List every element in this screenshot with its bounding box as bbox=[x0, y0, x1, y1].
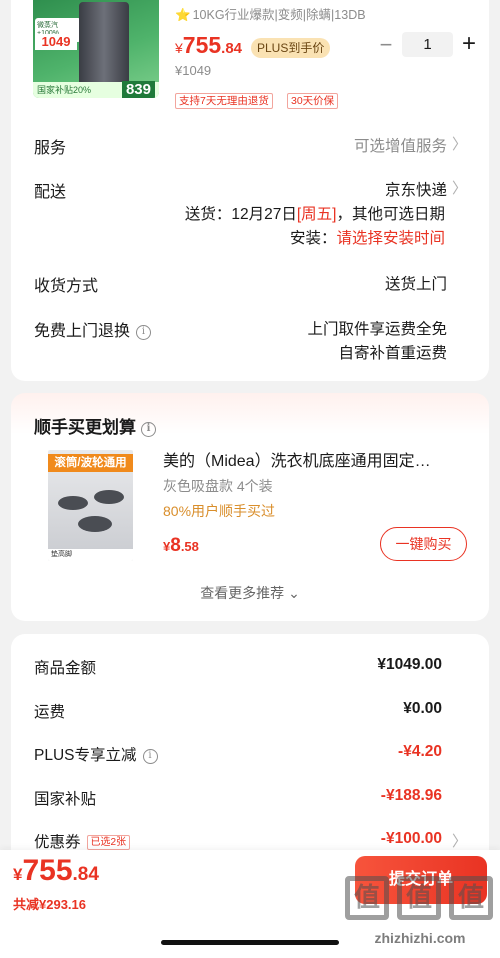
receive-method-value[interactable]: 送货上门 bbox=[385, 272, 447, 294]
addon-recommend-card: 顺手买更划算 i 滚筒/波轮通用 垫高脚 美的（Midea）洗衣机底座通用固定… … bbox=[11, 393, 489, 621]
view-more-recommendations-link[interactable]: 查看更多推荐 ⌄ bbox=[11, 583, 489, 603]
install-value: 请选择安装时间 bbox=[336, 230, 445, 247]
install-line[interactable]: 安装：请选择安装时间 bbox=[290, 226, 445, 248]
plus-price-badge: PLUS到手价 bbox=[251, 38, 331, 58]
order-product-card: 微蒸汽+100% 1049 国家补贴20% 839 ⭐10KG行业爆款|变频|除… bbox=[11, 0, 489, 381]
free-return-text: 免费上门退换 bbox=[34, 323, 131, 340]
price-protect-tag: 30天价保 bbox=[287, 93, 339, 109]
price-symbol: ¥ bbox=[175, 40, 183, 56]
info-icon[interactable]: i bbox=[141, 422, 156, 437]
product-price: ¥755.84 bbox=[175, 32, 242, 59]
chevron-right-icon[interactable]: 〉 bbox=[452, 133, 467, 154]
quantity-decrease-button[interactable]: − bbox=[376, 32, 396, 58]
suction-pad-graphic bbox=[94, 490, 124, 504]
watermark-logo: 值 值 值 bbox=[345, 876, 495, 922]
summary-goods-amount-value: ¥1049.00 bbox=[377, 656, 442, 673]
summary-subsidy-label: 国家补贴 bbox=[34, 791, 97, 808]
addon-product-image[interactable]: 滚筒/波轮通用 垫高脚 bbox=[48, 450, 133, 561]
product-image-promo-price: 839 bbox=[121, 81, 155, 98]
price-decimal: .58 bbox=[180, 539, 199, 554]
price-decimal: .84 bbox=[221, 40, 243, 57]
delivery-carrier[interactable]: 京东快递 bbox=[385, 178, 447, 200]
price-integer: 8 bbox=[170, 535, 181, 556]
summary-coupon-label: 优惠券 已选2张 bbox=[34, 830, 131, 852]
original-price: ¥1049 bbox=[175, 63, 212, 78]
product-image[interactable]: 微蒸汽+100% 1049 国家补贴20% 839 bbox=[33, 0, 159, 98]
coupon-selected-badge: 已选2张 bbox=[86, 835, 131, 850]
total-saved: 共减¥293.16 bbox=[13, 897, 86, 912]
product-specs-text: 10KG行业爆款|变频|除螨|13DB bbox=[192, 8, 366, 22]
addon-product-price: ¥8.58 bbox=[163, 535, 199, 557]
addon-title-text: 顺手买更划算 bbox=[34, 418, 136, 437]
washing-machine-graphic bbox=[79, 2, 129, 88]
product-image-price-tag: 1049 bbox=[35, 34, 77, 50]
addon-product-promo: 80%用户顺手买过 bbox=[163, 503, 276, 519]
one-click-buy-button[interactable]: 一键购买 bbox=[380, 527, 467, 561]
install-label: 安装： bbox=[289, 230, 337, 247]
delivery-weekday: [周五] bbox=[296, 206, 337, 223]
home-indicator[interactable] bbox=[161, 940, 339, 945]
service-label: 服务 bbox=[34, 140, 67, 157]
summary-shipping-value: ¥0.00 bbox=[403, 700, 442, 717]
watermark-tile: 值 bbox=[449, 876, 493, 920]
service-value[interactable]: 可选增值服务 bbox=[354, 134, 447, 156]
watermark-tile: 值 bbox=[345, 876, 389, 920]
total-decimal: .84 bbox=[72, 864, 99, 885]
addon-image-foot: 垫高脚 bbox=[48, 549, 133, 561]
watermark-text: zhizhizhi.com bbox=[374, 930, 466, 946]
summary-plus-discount-label: PLUS专享立减 i bbox=[34, 743, 158, 765]
addon-image-ribbon: 滚筒/波轮通用 bbox=[48, 454, 133, 472]
suction-pad-graphic bbox=[78, 516, 112, 532]
addon-product-variant: 灰色吸盘款 4个装 bbox=[163, 478, 273, 494]
summary-coupon-text: 优惠券 bbox=[34, 834, 81, 851]
free-return-label: 免费上门退换 i bbox=[34, 317, 152, 341]
price-integer: 755 bbox=[182, 32, 222, 58]
info-icon[interactable]: i bbox=[142, 749, 158, 764]
addon-product-name[interactable]: 美的（Midea）洗衣机底座通用固定… bbox=[163, 447, 463, 471]
total-integer: 755 bbox=[22, 854, 73, 887]
order-total: ¥755.84 bbox=[13, 854, 99, 888]
delivery-label: 配送 bbox=[34, 184, 67, 201]
chevron-right-icon[interactable]: 〉 bbox=[452, 830, 467, 851]
quantity-input[interactable]: 1 bbox=[402, 32, 453, 57]
summary-coupon-value[interactable]: -¥100.00 bbox=[381, 830, 442, 848]
watermark-tile: 值 bbox=[397, 876, 441, 920]
product-specs: ⭐ 10KG行业爆款|变频|除螨|13DB bbox=[175, 4, 366, 23]
summary-shipping-label: 运费 bbox=[34, 704, 66, 721]
addon-title: 顺手买更划算 i bbox=[34, 413, 156, 438]
delivery-date: 12月27日 bbox=[231, 206, 297, 223]
free-return-line2: 自寄补首重运费 bbox=[338, 345, 447, 362]
return-policy-tag: 支持7天无理由退货 bbox=[175, 93, 273, 109]
receive-method-label: 收货方式 bbox=[34, 278, 99, 295]
star-icon: ⭐ bbox=[175, 8, 191, 22]
delivery-date-prefix: 送货： bbox=[184, 206, 232, 223]
chevron-right-icon[interactable]: 〉 bbox=[452, 177, 467, 198]
quantity-increase-button[interactable]: + bbox=[459, 30, 479, 58]
info-icon[interactable]: i bbox=[136, 325, 152, 340]
summary-goods-amount-label: 商品金额 bbox=[34, 660, 97, 677]
suction-pad-graphic bbox=[58, 496, 88, 510]
free-return-line1: 上门取件享运费全免 bbox=[307, 321, 447, 338]
summary-plus-discount-text: PLUS专享立减 bbox=[34, 747, 137, 764]
delivery-date-line[interactable]: 送货：12月27日[周五]，其他可选日期 bbox=[185, 202, 445, 224]
summary-subsidy-value: -¥188.96 bbox=[380, 787, 442, 804]
summary-plus-discount-value: -¥4.20 bbox=[398, 743, 442, 760]
delivery-date-suffix: ，其他可选日期 bbox=[336, 206, 445, 223]
